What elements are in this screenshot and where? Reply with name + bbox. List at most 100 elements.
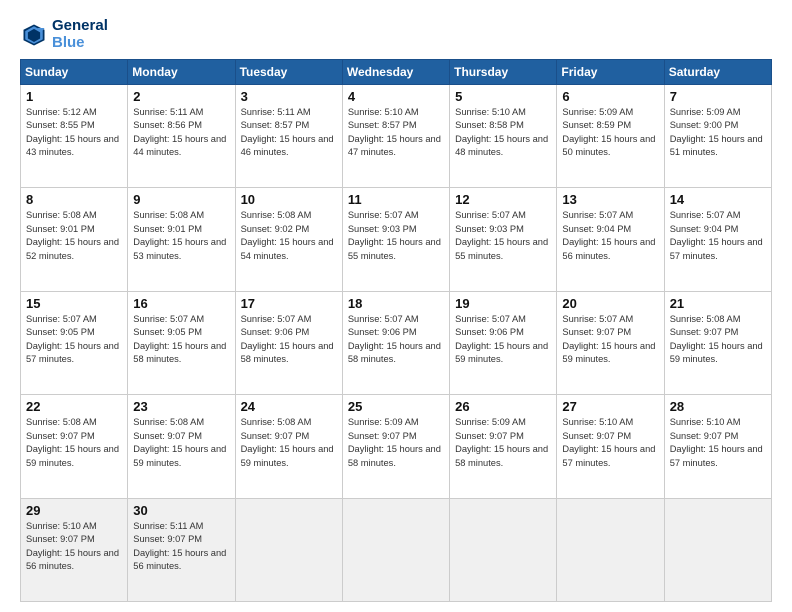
- logo: General Blue: [20, 18, 108, 51]
- calendar-row: 22 Sunrise: 5:08 AM Sunset: 9:07 PM Dayl…: [21, 395, 772, 498]
- sunrise-label: Sunrise: 5:10 AM: [562, 417, 633, 427]
- sunset-label: Sunset: 9:04 PM: [670, 224, 739, 234]
- day-info: Sunrise: 5:07 AM Sunset: 9:06 PM Dayligh…: [241, 313, 337, 367]
- calendar-cell: 13 Sunrise: 5:07 AM Sunset: 9:04 PM Dayl…: [557, 188, 664, 291]
- sunrise-label: Sunrise: 5:09 AM: [670, 107, 741, 117]
- weekday-label: Tuesday: [235, 60, 342, 85]
- day-info: Sunrise: 5:07 AM Sunset: 9:04 PM Dayligh…: [562, 209, 658, 263]
- daylight-label: Daylight: 15 hours and 53 minutes.: [133, 237, 226, 260]
- day-info: Sunrise: 5:11 AM Sunset: 8:57 PM Dayligh…: [241, 106, 337, 160]
- sunrise-label: Sunrise: 5:07 AM: [455, 314, 526, 324]
- day-number: 17: [241, 296, 337, 311]
- calendar-cell: [664, 498, 771, 601]
- calendar-cell: 5 Sunrise: 5:10 AM Sunset: 8:58 PM Dayli…: [450, 85, 557, 188]
- sunrise-label: Sunrise: 5:08 AM: [241, 417, 312, 427]
- daylight-label: Daylight: 15 hours and 48 minutes.: [455, 134, 548, 157]
- calendar-cell: 19 Sunrise: 5:07 AM Sunset: 9:06 PM Dayl…: [450, 291, 557, 394]
- day-info: Sunrise: 5:09 AM Sunset: 9:07 PM Dayligh…: [455, 416, 551, 470]
- sunrise-label: Sunrise: 5:09 AM: [348, 417, 419, 427]
- day-number: 19: [455, 296, 551, 311]
- day-number: 2: [133, 89, 229, 104]
- day-info: Sunrise: 5:10 AM Sunset: 9:07 PM Dayligh…: [562, 416, 658, 470]
- daylight-label: Daylight: 15 hours and 59 minutes.: [26, 444, 119, 467]
- sunrise-label: Sunrise: 5:08 AM: [670, 314, 741, 324]
- sunrise-label: Sunrise: 5:09 AM: [562, 107, 633, 117]
- day-number: 6: [562, 89, 658, 104]
- sunset-label: Sunset: 9:07 PM: [670, 327, 739, 337]
- calendar-cell: 21 Sunrise: 5:08 AM Sunset: 9:07 PM Dayl…: [664, 291, 771, 394]
- sunrise-label: Sunrise: 5:10 AM: [455, 107, 526, 117]
- day-info: Sunrise: 5:09 AM Sunset: 8:59 PM Dayligh…: [562, 106, 658, 160]
- sunset-label: Sunset: 9:04 PM: [562, 224, 631, 234]
- day-number: 1: [26, 89, 122, 104]
- calendar-cell: 23 Sunrise: 5:08 AM Sunset: 9:07 PM Dayl…: [128, 395, 235, 498]
- daylight-label: Daylight: 15 hours and 57 minutes.: [26, 341, 119, 364]
- sunset-label: Sunset: 9:01 PM: [26, 224, 95, 234]
- daylight-label: Daylight: 15 hours and 56 minutes.: [133, 548, 226, 571]
- sunrise-label: Sunrise: 5:07 AM: [348, 210, 419, 220]
- sunrise-label: Sunrise: 5:07 AM: [562, 210, 633, 220]
- day-info: Sunrise: 5:08 AM Sunset: 9:02 PM Dayligh…: [241, 209, 337, 263]
- day-number: 24: [241, 399, 337, 414]
- calendar-row: 15 Sunrise: 5:07 AM Sunset: 9:05 PM Dayl…: [21, 291, 772, 394]
- sunset-label: Sunset: 8:56 PM: [133, 120, 202, 130]
- daylight-label: Daylight: 15 hours and 58 minutes.: [455, 444, 548, 467]
- calendar-cell: 7 Sunrise: 5:09 AM Sunset: 9:00 PM Dayli…: [664, 85, 771, 188]
- day-number: 7: [670, 89, 766, 104]
- sunset-label: Sunset: 8:58 PM: [455, 120, 524, 130]
- day-number: 29: [26, 503, 122, 518]
- day-info: Sunrise: 5:10 AM Sunset: 8:57 PM Dayligh…: [348, 106, 444, 160]
- day-number: 16: [133, 296, 229, 311]
- day-number: 22: [26, 399, 122, 414]
- day-info: Sunrise: 5:07 AM Sunset: 9:05 PM Dayligh…: [26, 313, 122, 367]
- sunset-label: Sunset: 9:07 PM: [26, 534, 95, 544]
- sunrise-label: Sunrise: 5:08 AM: [26, 210, 97, 220]
- calendar-row: 29 Sunrise: 5:10 AM Sunset: 9:07 PM Dayl…: [21, 498, 772, 601]
- day-number: 23: [133, 399, 229, 414]
- daylight-label: Daylight: 15 hours and 52 minutes.: [26, 237, 119, 260]
- calendar-cell: 20 Sunrise: 5:07 AM Sunset: 9:07 PM Dayl…: [557, 291, 664, 394]
- day-info: Sunrise: 5:07 AM Sunset: 9:07 PM Dayligh…: [562, 313, 658, 367]
- weekday-label: Monday: [128, 60, 235, 85]
- calendar-cell: [557, 498, 664, 601]
- day-info: Sunrise: 5:12 AM Sunset: 8:55 PM Dayligh…: [26, 106, 122, 160]
- daylight-label: Daylight: 15 hours and 58 minutes.: [241, 341, 334, 364]
- header: General Blue: [20, 18, 772, 51]
- sunset-label: Sunset: 9:07 PM: [562, 327, 631, 337]
- calendar-cell: 25 Sunrise: 5:09 AM Sunset: 9:07 PM Dayl…: [342, 395, 449, 498]
- weekday-label: Sunday: [21, 60, 128, 85]
- sunrise-label: Sunrise: 5:08 AM: [26, 417, 97, 427]
- day-number: 25: [348, 399, 444, 414]
- daylight-label: Daylight: 15 hours and 51 minutes.: [670, 134, 763, 157]
- daylight-label: Daylight: 15 hours and 59 minutes.: [670, 341, 763, 364]
- sunrise-label: Sunrise: 5:07 AM: [348, 314, 419, 324]
- sunrise-label: Sunrise: 5:11 AM: [133, 521, 203, 531]
- daylight-label: Daylight: 15 hours and 58 minutes.: [133, 341, 226, 364]
- day-number: 4: [348, 89, 444, 104]
- sunrise-label: Sunrise: 5:09 AM: [455, 417, 526, 427]
- calendar-body: 1 Sunrise: 5:12 AM Sunset: 8:55 PM Dayli…: [21, 85, 772, 602]
- daylight-label: Daylight: 15 hours and 56 minutes.: [26, 548, 119, 571]
- calendar-cell: 9 Sunrise: 5:08 AM Sunset: 9:01 PM Dayli…: [128, 188, 235, 291]
- sunset-label: Sunset: 9:03 PM: [348, 224, 417, 234]
- sunrise-label: Sunrise: 5:10 AM: [348, 107, 419, 117]
- page: General Blue SundayMondayTuesdayWednesda…: [0, 0, 792, 612]
- sunset-label: Sunset: 9:07 PM: [241, 431, 310, 441]
- day-info: Sunrise: 5:09 AM Sunset: 9:07 PM Dayligh…: [348, 416, 444, 470]
- day-number: 9: [133, 192, 229, 207]
- calendar-cell: 3 Sunrise: 5:11 AM Sunset: 8:57 PM Dayli…: [235, 85, 342, 188]
- daylight-label: Daylight: 15 hours and 57 minutes.: [562, 444, 655, 467]
- day-info: Sunrise: 5:08 AM Sunset: 9:07 PM Dayligh…: [241, 416, 337, 470]
- day-number: 11: [348, 192, 444, 207]
- day-info: Sunrise: 5:10 AM Sunset: 9:07 PM Dayligh…: [670, 416, 766, 470]
- sunset-label: Sunset: 9:07 PM: [133, 431, 202, 441]
- calendar-cell: 2 Sunrise: 5:11 AM Sunset: 8:56 PM Dayli…: [128, 85, 235, 188]
- day-info: Sunrise: 5:11 AM Sunset: 8:56 PM Dayligh…: [133, 106, 229, 160]
- day-info: Sunrise: 5:07 AM Sunset: 9:06 PM Dayligh…: [348, 313, 444, 367]
- day-info: Sunrise: 5:08 AM Sunset: 9:07 PM Dayligh…: [26, 416, 122, 470]
- weekday-header-row: SundayMondayTuesdayWednesdayThursdayFrid…: [21, 60, 772, 85]
- calendar-cell: 16 Sunrise: 5:07 AM Sunset: 9:05 PM Dayl…: [128, 291, 235, 394]
- calendar-cell: 4 Sunrise: 5:10 AM Sunset: 8:57 PM Dayli…: [342, 85, 449, 188]
- calendar-row: 8 Sunrise: 5:08 AM Sunset: 9:01 PM Dayli…: [21, 188, 772, 291]
- calendar-cell: [450, 498, 557, 601]
